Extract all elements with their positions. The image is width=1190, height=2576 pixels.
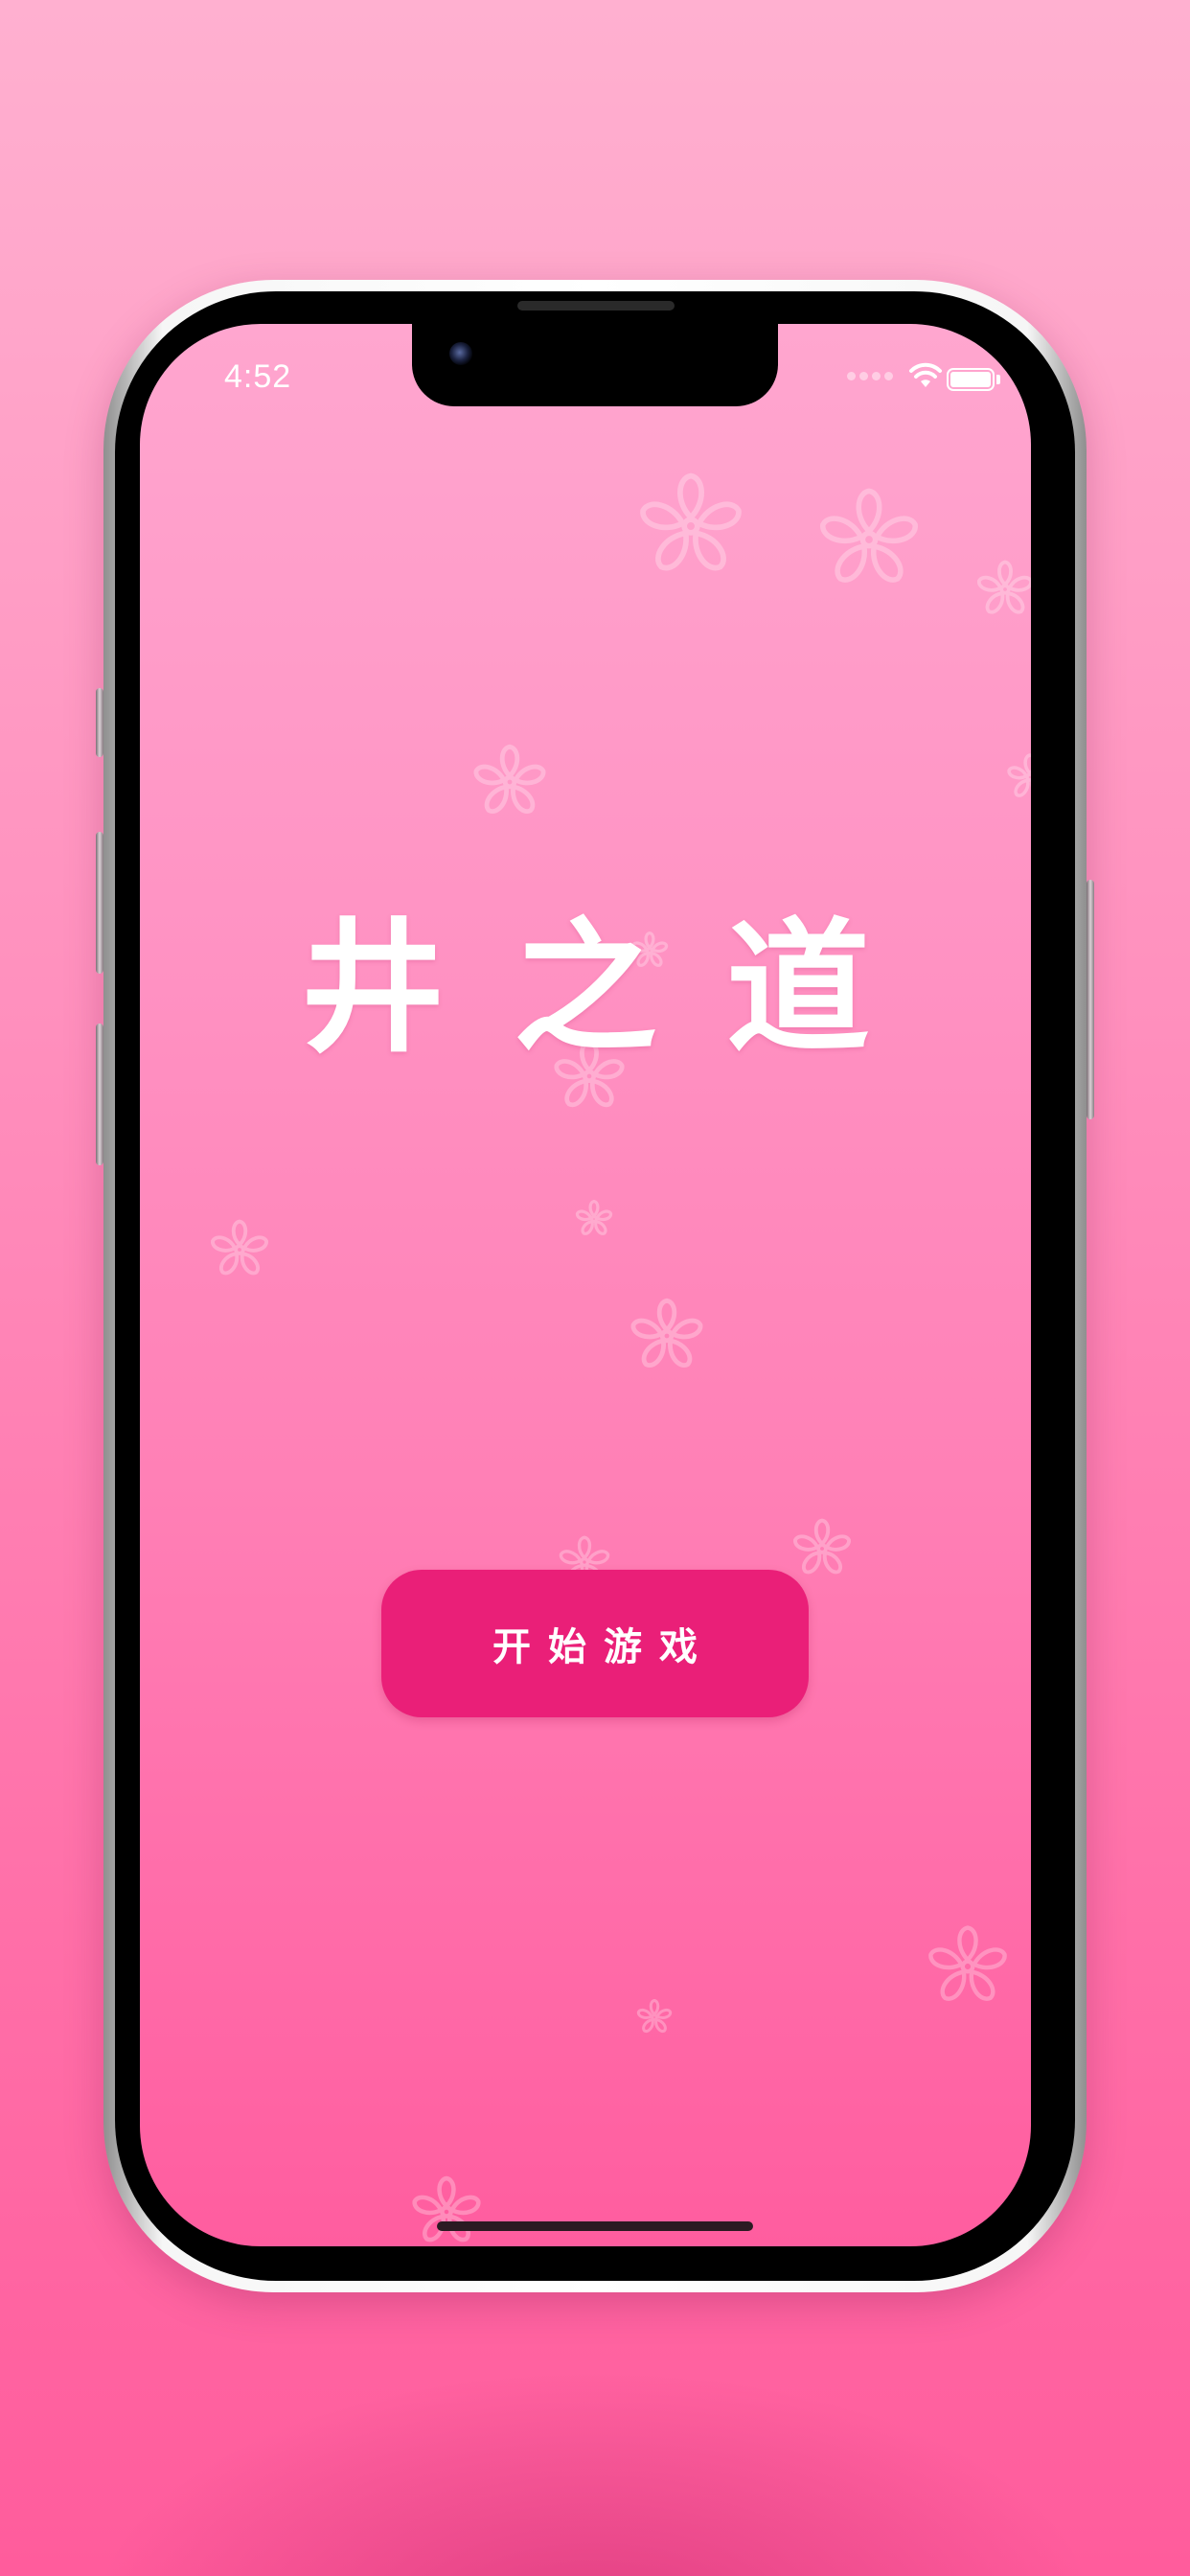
cherry-blossom-icon	[636, 1999, 673, 2034]
cherry-blossom-icon	[928, 1925, 1007, 2001]
home-indicator[interactable]	[437, 2221, 753, 2231]
cherry-blossom-icon	[575, 1200, 613, 1235]
cherry-blossom-icon	[211, 1219, 268, 1276]
battery-level	[950, 372, 991, 387]
status-time: 4:52	[224, 358, 292, 395]
power-button	[1087, 880, 1094, 1119]
cherry-blossom-icon	[977, 560, 1031, 614]
front-camera	[449, 342, 472, 365]
cherry-blossom-icon	[1007, 753, 1031, 797]
silent-switch	[96, 688, 103, 757]
cherry-blossom-icon	[412, 2175, 481, 2242]
cherry-blossom-icon	[793, 1518, 851, 1575]
volume-up-button	[96, 832, 103, 974]
background-shade	[0, 2327, 1190, 2576]
cherry-blossom-icon	[630, 1298, 703, 1368]
wifi-icon	[909, 362, 942, 387]
start-game-button[interactable]: 开始游戏	[381, 1570, 809, 1717]
notch	[412, 324, 778, 406]
app-title: 井之道	[300, 906, 939, 1072]
battery-cap	[996, 375, 1000, 384]
earpiece-speaker	[517, 301, 675, 310]
cherry-blossom-icon	[820, 488, 918, 583]
app-screen	[140, 324, 1031, 2246]
volume-down-button	[96, 1024, 103, 1165]
battery-icon	[947, 368, 995, 391]
cellular-signal-icon	[847, 371, 893, 380]
status-icons	[847, 362, 943, 389]
cherry-blossom-icon	[640, 472, 742, 571]
cherry-blossom-icon	[473, 744, 546, 814]
